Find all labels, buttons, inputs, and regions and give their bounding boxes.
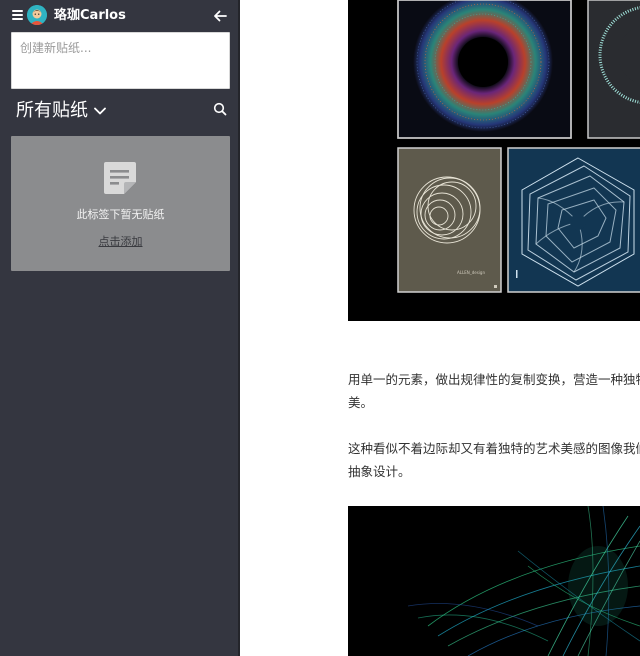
empty-message: 此标签下暂无贴纸 (76, 208, 165, 221)
abstract-light-image (348, 506, 640, 656)
article-content: ALLEN_design 用单一的元素，做出规律性的复制变换，营造一种独特 美。… (242, 0, 640, 656)
sticky-notes-sidebar: 珞珈Carlos 所有贴纸 此标签下暂无贴纸 点击添加 (0, 0, 240, 656)
article-paragraph-1: 用单一的元素，做出规律性的复制变换，营造一种独特 美。 (348, 368, 640, 414)
article-paragraph-2: 这种看似不着边际却又有着独特的艺术美感的图像我们 抽象设计。 (348, 437, 640, 483)
chevron-down-icon (94, 107, 106, 115)
article-image-posters: ALLEN_design (348, 0, 640, 321)
sticky-note-icon (104, 162, 136, 194)
filter-row: 所有贴纸 (0, 96, 240, 126)
search-icon[interactable] (213, 102, 227, 116)
username: 珞珈Carlos (54, 8, 126, 23)
arrow-left-icon[interactable] (212, 8, 228, 24)
empty-notes-card: 此标签下暂无贴纸 点击添加 (11, 136, 230, 271)
poster-collage-image: ALLEN_design (348, 0, 640, 321)
avatar[interactable] (27, 5, 47, 25)
paragraph-1-line-1: 用单一的元素，做出规律性的复制变换，营造一种独特 (348, 372, 640, 387)
paragraph-2-line-1: 这种看似不着边际却又有着独特的艺术美感的图像我们 (348, 441, 640, 456)
sidebar-topbar: 珞珈Carlos (0, 0, 240, 32)
poster-caption: ALLEN_design (457, 270, 485, 275)
filter-title-label: 所有贴纸 (16, 100, 88, 121)
tag-filter-dropdown[interactable]: 所有贴纸 (16, 100, 106, 122)
add-note-link[interactable]: 点击添加 (11, 235, 230, 249)
avatar-face-icon (27, 5, 47, 25)
article-image-abstract (348, 506, 640, 656)
paragraph-2-line-2: 抽象设计。 (348, 464, 411, 479)
menu-icon[interactable] (12, 10, 23, 20)
new-note-input[interactable] (11, 32, 230, 89)
paragraph-1-line-2: 美。 (348, 395, 374, 410)
